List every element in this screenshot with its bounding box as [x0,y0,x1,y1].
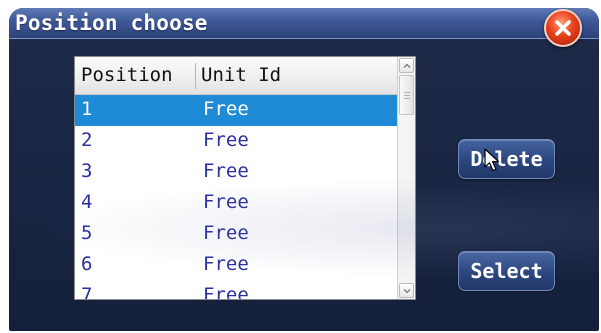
dialog-title: Position choose [15,11,208,35]
cell-position: 1 [81,98,93,120]
cell-position: 6 [81,253,93,275]
cell-position: 5 [81,222,93,244]
thumb-grip [404,98,410,99]
mouse-cursor-icon [484,148,500,172]
cell-position: 7 [81,284,93,300]
delete-button[interactable]: Delete [458,139,555,179]
scrollbar-thumb[interactable] [399,75,414,115]
title-bar: Position choose [9,8,599,39]
table-body: 1 Free 2 Free 3 Free 4 Free 5 Free 6 Fre… [75,95,397,300]
cell-unit-id: Free [203,191,249,213]
cell-unit-id: Free [203,284,249,300]
cell-unit-id: Free [203,160,249,182]
vertical-scrollbar[interactable] [397,57,415,299]
cell-position: 3 [81,160,93,182]
cell-unit-id: Free [203,129,249,151]
thumb-grip [404,95,410,96]
column-header-position[interactable]: Position [81,57,193,94]
close-button[interactable] [544,9,582,47]
chevron-up-icon[interactable] [399,58,414,73]
cell-unit-id: Free [203,253,249,275]
position-choose-dialog: Position choose Position Unit Id 1 Free … [9,8,599,331]
table-row[interactable]: 6 Free [75,250,397,281]
cell-unit-id: Free [203,98,249,120]
cell-position: 4 [81,191,93,213]
thumb-grip [404,92,410,93]
table-row[interactable]: 7 Free [75,281,397,300]
table-row[interactable]: 1 Free [75,95,397,126]
cell-position: 2 [81,129,93,151]
chevron-down-icon[interactable] [399,283,414,298]
column-header-unit-id[interactable]: Unit Id [201,57,391,94]
table-row[interactable]: 2 Free [75,126,397,157]
table-row[interactable]: 3 Free [75,157,397,188]
close-icon [555,20,571,36]
table-row[interactable]: 4 Free [75,188,397,219]
cell-unit-id: Free [203,222,249,244]
select-button[interactable]: Select [458,251,555,291]
table-row[interactable]: 5 Free [75,219,397,250]
table-header: Position Unit Id [75,57,397,95]
position-table[interactable]: Position Unit Id 1 Free 2 Free 3 Free 4 … [74,56,416,300]
column-divider [195,63,196,89]
